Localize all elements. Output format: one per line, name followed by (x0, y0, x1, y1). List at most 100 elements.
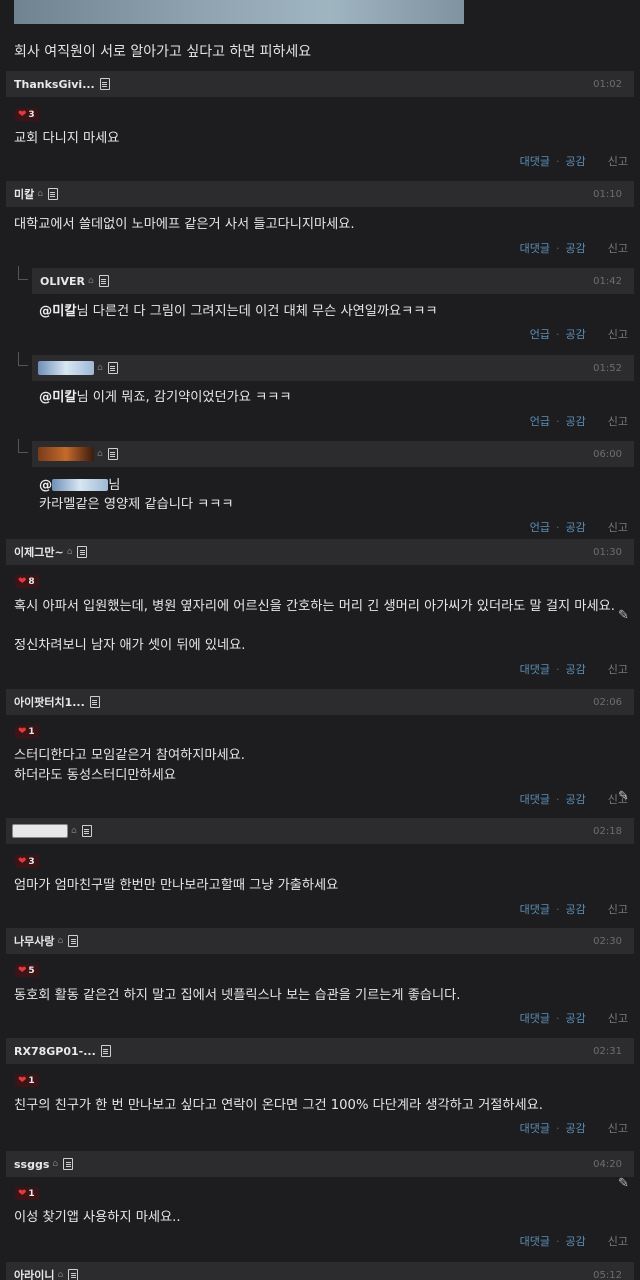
comment-header: 아이팟터치1... 02:06 (6, 689, 634, 715)
level-icon: ⌂ (66, 547, 73, 557)
like-badge: ❤ 1 (15, 725, 39, 738)
like-button[interactable]: 공감 (566, 1233, 586, 1249)
comment-header: ⌂ 06:00 (32, 441, 634, 467)
like-button[interactable]: 공감 (566, 413, 586, 429)
comment-text-suffix: 님 (108, 478, 121, 493)
reply-indicator (18, 266, 28, 280)
report-button[interactable]: 신고 (608, 661, 628, 677)
like-button[interactable]: 공감 (566, 901, 586, 917)
heart-icon: ❤ (18, 964, 27, 976)
comment-nickname[interactable]: RX78GP01-... (14, 1045, 96, 1058)
comment-header: ssggs ⌂ 04:20 (6, 1151, 634, 1177)
nickname-image[interactable] (12, 824, 68, 838)
document-icon[interactable] (107, 362, 118, 374)
like-button[interactable]: 공감 (566, 1010, 586, 1026)
comment-nickname[interactable]: 이제그만~ (14, 544, 64, 560)
comment-time: 02:31 (593, 1045, 622, 1057)
reply-button[interactable]: 대댓글 (520, 153, 550, 169)
document-icon[interactable] (77, 546, 88, 558)
comment-actions: 언급 · 공감 신고 (529, 519, 628, 535)
document-icon[interactable] (89, 696, 100, 708)
comment-time: 02:30 (593, 935, 622, 947)
comment-time: 01:42 (593, 275, 622, 287)
like-badge: ❤ 1 (15, 1187, 39, 1200)
reply-button[interactable]: 대댓글 (520, 901, 550, 917)
like-badge: ❤ 1 (15, 1074, 39, 1087)
mention[interactable]: @미칼 (39, 304, 76, 319)
comment-nickname[interactable]: 아라이니 (14, 1267, 54, 1280)
pencil-icon[interactable]: ✎ (618, 1176, 634, 1192)
document-icon[interactable] (98, 275, 109, 287)
document-icon[interactable] (63, 1158, 74, 1170)
heart-icon: ❤ (18, 855, 27, 867)
level-icon: ⌂ (97, 449, 103, 459)
comment-time: 02:18 (593, 825, 622, 837)
reply-button[interactable]: 대댓글 (520, 240, 550, 256)
level-icon: ⌂ (52, 1159, 59, 1169)
reply-button[interactable]: 대댓글 (520, 1010, 550, 1026)
document-icon[interactable] (68, 1269, 79, 1280)
nickname-image[interactable] (38, 361, 94, 375)
document-icon[interactable] (47, 188, 58, 200)
comment-text-body: 님 이게 뭐죠, 감기약이었던가요 ㅋㅋㅋ (76, 390, 292, 405)
comment-actions: 대댓글 · 공감 신고 (519, 901, 628, 917)
level-icon: ⌂ (37, 189, 43, 199)
level-icon: ⌂ (57, 1270, 64, 1280)
like-button[interactable]: 공감 (566, 153, 586, 169)
comment-nickname[interactable]: ssggs (14, 1158, 49, 1171)
comment-nickname[interactable]: 아이팟터치1... (14, 694, 85, 710)
post-body-text: 회사 여직원이 서로 알아가고 싶다고 하면 피하세요 (14, 44, 312, 60)
report-button[interactable]: 신고 (608, 413, 628, 429)
document-icon[interactable] (100, 1045, 111, 1057)
comment-nickname[interactable]: 미칼 (14, 186, 34, 202)
reply-button[interactable]: 대댓글 (520, 1120, 550, 1136)
comment-header: 아라이니 ⌂ 05:12 (6, 1262, 634, 1280)
like-button[interactable]: 공감 (566, 240, 586, 256)
comment-time: 01:02 (593, 78, 622, 90)
report-button[interactable]: 신고 (608, 240, 628, 256)
document-icon[interactable] (107, 448, 118, 460)
reply-button[interactable]: 대댓글 (520, 1233, 550, 1249)
comment-nickname[interactable]: OLIVER (40, 275, 85, 288)
document-icon[interactable] (81, 825, 92, 837)
mention-button[interactable]: 언급 (530, 519, 550, 535)
like-button[interactable]: 공감 (566, 661, 586, 677)
pencil-icon[interactable]: ✎ (618, 608, 634, 624)
mention-button[interactable]: 언급 (530, 413, 550, 429)
report-button[interactable]: 신고 (608, 326, 628, 342)
pencil-icon[interactable]: ✎ (618, 789, 634, 805)
comment-text: 교회 다니지 마세요 (14, 131, 120, 146)
heart-icon: ❤ (18, 725, 27, 737)
comment-time: 01:30 (593, 546, 622, 558)
like-button[interactable]: 공감 (566, 791, 586, 807)
comment-nickname[interactable]: 나무사랑 (14, 933, 54, 949)
level-icon: ⌂ (57, 936, 64, 946)
document-icon[interactable] (99, 78, 110, 90)
mention-button[interactable]: 언급 (530, 326, 550, 342)
post-image-bottom (14, 0, 464, 24)
report-button[interactable]: 신고 (608, 1233, 628, 1249)
comment-text: 동호회 활동 같은건 하지 말고 집에서 넷플릭스나 보는 습관을 기르는게 좋… (14, 988, 461, 1003)
comment-text: 대학교에서 쓸데없이 노마에프 같은거 사서 들고다니지마세요. (14, 217, 355, 232)
like-button[interactable]: 공감 (566, 1120, 586, 1136)
report-button[interactable]: 신고 (608, 901, 628, 917)
comment-header: 미칼 ⌂ 01:10 (6, 181, 634, 207)
comment-text: @ 님 (39, 476, 626, 495)
report-button[interactable]: 신고 (608, 1010, 628, 1026)
comment-nickname[interactable]: ThanksGivi... (14, 78, 95, 91)
nickname-image[interactable] (38, 447, 94, 461)
report-button[interactable]: 신고 (608, 519, 628, 535)
mention-nickname-image[interactable] (52, 479, 109, 491)
mention[interactable]: @ (39, 478, 52, 493)
comment-actions: 대댓글 · 공감 신고 (519, 153, 628, 169)
reply-button[interactable]: 대댓글 (520, 791, 550, 807)
like-count: 3 (28, 856, 35, 867)
comment-time: 01:10 (593, 188, 622, 200)
mention[interactable]: @미칼 (39, 390, 76, 405)
like-button[interactable]: 공감 (566, 326, 586, 342)
report-button[interactable]: 신고 (608, 153, 628, 169)
report-button[interactable]: 신고 (608, 1120, 628, 1136)
document-icon[interactable] (68, 935, 79, 947)
like-button[interactable]: 공감 (566, 519, 586, 535)
reply-button[interactable]: 대댓글 (520, 661, 550, 677)
